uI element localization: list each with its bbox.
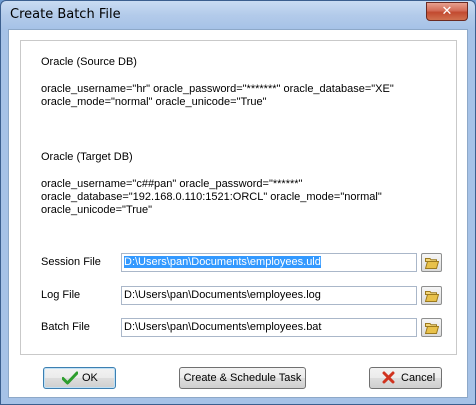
batch-file-input[interactable]: D:\Users\pan\Documents\employees.bat <box>121 318 417 337</box>
dialog-body: Oracle (Source DB) oracle_username="hr" … <box>8 29 468 398</box>
title-bar[interactable]: Create Batch File ✕ <box>1 1 475 29</box>
log-file-input[interactable]: D:\Users\pan\Documents\employees.log <box>121 286 417 305</box>
folder-open-icon <box>425 323 439 334</box>
source-db-params-line-1: oracle_username="hr" oracle_password="**… <box>41 83 394 95</box>
cancel-button-label: Cancel <box>401 372 436 384</box>
target-db-heading: Oracle (Target DB) <box>41 151 133 163</box>
log-file-label: Log File <box>41 289 81 301</box>
close-button[interactable]: ✕ <box>426 2 468 21</box>
create-batch-file-dialog: Create Batch File ✕ Oracle (Source DB) o… <box>0 0 476 405</box>
ok-button[interactable]: OK <box>43 367 116 389</box>
target-db-params-line-3: oracle_unicode="True" <box>41 204 153 216</box>
session-file-value: D:\Users\pan\Documents\employees.uld <box>124 256 321 268</box>
session-file-input[interactable]: D:\Users\pan\Documents\employees.uld <box>121 253 417 272</box>
cancel-button[interactable]: Cancel <box>369 367 442 389</box>
source-db-heading: Oracle (Source DB) <box>41 56 137 68</box>
folder-open-icon <box>425 258 439 269</box>
ok-button-label: OK <box>82 372 98 384</box>
source-db-params-line-2: oracle_mode="normal" oracle_unicode="Tru… <box>41 96 267 108</box>
window-title: Create Batch File <box>10 7 121 22</box>
close-icon: ✕ <box>441 4 453 19</box>
session-file-browse-button[interactable] <box>421 253 442 272</box>
batch-file-label: Batch File <box>41 321 90 333</box>
batch-file-browse-button[interactable] <box>421 318 442 337</box>
folder-open-icon <box>425 291 439 302</box>
target-db-params-line-2: oracle_database="192.168.0.110:1521:ORCL… <box>41 191 382 203</box>
session-file-label: Session File <box>41 256 101 268</box>
target-db-params-line-1: oracle_username="c##pan" oracle_password… <box>41 178 303 190</box>
red-x-icon <box>382 371 395 384</box>
log-file-browse-button[interactable] <box>421 286 442 305</box>
checkmark-icon <box>62 371 78 385</box>
create-schedule-task-button[interactable]: Create & Schedule Task <box>179 367 306 389</box>
